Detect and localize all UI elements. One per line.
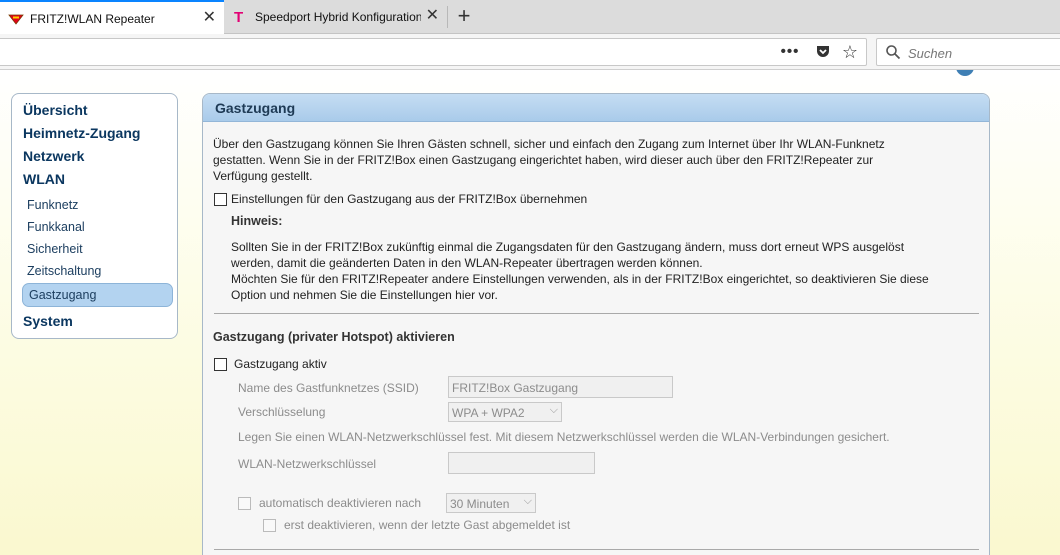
menu-item-heimnetz-zugang[interactable]: Heimnetz-Zugang — [23, 125, 140, 141]
ssid-label: Name des Gastfunknetzes (SSID) — [238, 381, 419, 395]
key-input[interactable] — [448, 452, 595, 474]
intro-line-3: Verfügung gestellt. — [213, 169, 313, 183]
tab-title: FRITZ!WLAN Repeater — [30, 12, 155, 26]
page-title: Gastzugang — [215, 100, 296, 116]
encryption-select[interactable]: WPA + WPA2 ⌵ — [448, 402, 562, 422]
hint-title: Hinweis: — [231, 214, 283, 228]
hint-line-4: Option und nehmen Sie die Einstellungen … — [231, 288, 498, 302]
menu-subitem-zeitschaltung[interactable]: Zeitschaltung — [27, 264, 101, 278]
intro-line-1: Über den Gastzugang können Sie Ihren Gäs… — [213, 137, 885, 151]
main-menu: Übersicht Heimnetz-Zugang Netzwerk WLAN … — [11, 93, 178, 339]
last-guest-checkbox[interactable] — [263, 519, 276, 532]
menu-subitem-funknetz[interactable]: Funknetz — [27, 198, 78, 212]
auto-deactivate-select[interactable]: 30 Minuten ⌵ — [446, 493, 536, 513]
guest-access-active-label: Gastzugang aktiv — [234, 357, 327, 371]
search-icon — [886, 45, 901, 60]
close-icon[interactable]: ✕ — [426, 8, 439, 24]
navigation-bar: ••• ☆ Suchen — [0, 34, 1060, 70]
ssid-input[interactable]: FRITZ!Box Gastzugang — [448, 376, 673, 398]
panel-header: Gastzugang — [203, 94, 989, 122]
section-divider — [214, 313, 979, 314]
menu-item-uebersicht[interactable]: Übersicht — [23, 102, 88, 118]
auto-deactivate-label: automatisch deaktivieren nach — [259, 496, 422, 510]
section-divider — [214, 549, 979, 550]
auto-deactivate-value: 30 Minuten — [450, 497, 510, 511]
tab-fritz-repeater[interactable]: FRITZ!WLAN Repeater ✕ — [0, 0, 224, 35]
help-icon[interactable] — [956, 70, 974, 76]
menu-subitem-funkkanal[interactable]: Funkkanal — [27, 220, 85, 234]
telekom-favicon: T — [234, 9, 244, 26]
key-info-text: Legen Sie einen WLAN-Netzwerkschlüssel f… — [238, 430, 890, 444]
menu-subitem-sicherheit[interactable]: Sicherheit — [27, 242, 83, 256]
chevron-down-icon: ⌵ — [523, 495, 532, 507]
tab-speedport[interactable]: T Speedport Hybrid Konfiguration ✕ — [225, 0, 447, 34]
more-dots-icon[interactable]: ••• — [779, 41, 801, 63]
fritz-favicon — [8, 14, 24, 25]
search-placeholder: Suchen — [908, 46, 953, 61]
intro-line-2: gestatten. Wenn Sie in der FRITZ!Box ein… — [213, 153, 874, 167]
new-tab-plus-icon[interactable]: + — [452, 4, 476, 28]
chevron-down-icon: ⌵ — [549, 404, 558, 416]
menu-item-wlan[interactable]: WLAN — [23, 171, 65, 187]
search-box[interactable]: Suchen — [876, 38, 1060, 66]
close-icon[interactable]: ✕ — [203, 10, 216, 26]
encryption-label: Verschlüsselung — [238, 405, 326, 419]
guest-access-panel: Gastzugang Über den Gastzugang können Si… — [202, 93, 990, 555]
last-guest-label: erst deaktivieren, wenn der letzte Gast … — [284, 518, 571, 532]
page-content: Übersicht Heimnetz-Zugang Netzwerk WLAN … — [0, 70, 1060, 555]
adopt-settings-checkbox[interactable] — [214, 193, 227, 206]
tab-separator — [447, 6, 448, 28]
menu-item-netzwerk[interactable]: Netzwerk — [23, 148, 84, 164]
hint-line-3: Möchten Sie für den FRITZ!Repeater ander… — [231, 272, 929, 286]
bookmark-star-icon[interactable]: ☆ — [839, 41, 861, 63]
key-label: WLAN-Netzwerkschlüssel — [238, 457, 377, 471]
menu-item-system[interactable]: System — [23, 313, 73, 329]
hint-line-2: werden, damit die geänderten Daten in de… — [231, 256, 703, 270]
hint-line-1: Sollten Sie in der FRITZ!Box zukünftig e… — [231, 240, 905, 254]
url-bar[interactable]: ••• ☆ — [0, 38, 867, 66]
adopt-settings-label: Einstellungen für den Gastzugang aus der… — [231, 192, 588, 206]
tab-title: Speedport Hybrid Konfiguration — [255, 10, 421, 24]
encryption-value: WPA + WPA2 — [452, 406, 525, 420]
section-title: Gastzugang (privater Hotspot) aktivieren — [213, 330, 455, 344]
auto-deactivate-checkbox[interactable] — [238, 497, 251, 510]
pocket-icon[interactable] — [815, 44, 831, 60]
tab-bar: FRITZ!WLAN Repeater ✕ T Speedport Hybrid… — [0, 0, 1060, 35]
menu-subitem-gastzugang[interactable]: Gastzugang — [22, 283, 173, 307]
guest-access-active-checkbox[interactable] — [214, 358, 227, 371]
